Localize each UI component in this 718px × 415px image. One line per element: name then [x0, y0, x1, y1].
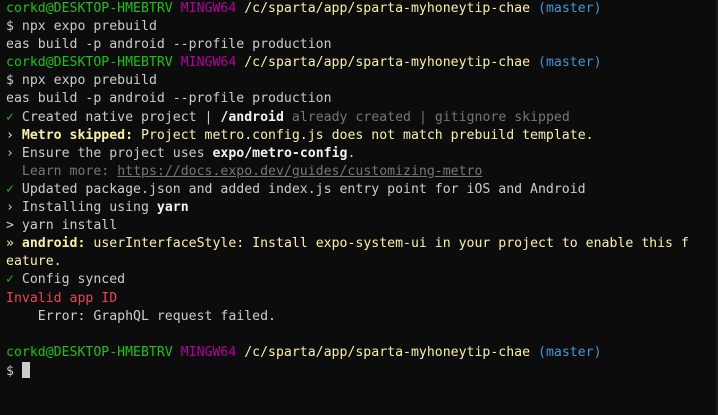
check-icon: ✓: [6, 181, 14, 197]
output-tool: yarn: [156, 200, 189, 216]
prompt-branch: (master): [538, 344, 602, 360]
arrow-icon: ›: [6, 200, 14, 216]
command-line: $ npx expo prebuild: [6, 18, 718, 36]
input-line[interactable]: $: [6, 361, 718, 380]
prompt-branch: (master): [538, 1, 602, 16]
prompt-env: MINGW64: [180, 344, 237, 360]
prompt-path: /c/sparta/app/sparta-myhoneytip-chae: [244, 1, 531, 16]
text-cursor: [21, 361, 30, 378]
output-learn-more: Learn more: https://docs.expo.dev/guides…: [6, 163, 718, 181]
prompt-line: corkd@DESKTOP-HMEBTRV MINGW64 /c/sparta/…: [6, 54, 718, 72]
output-invalid-app-id: Invalid app ID: [6, 290, 718, 308]
output-synced: ✓ Config synced: [6, 271, 718, 289]
output-text: yarn install: [21, 218, 118, 234]
warning-arrow-icon: »: [6, 236, 14, 252]
check-icon: ✓: [6, 109, 14, 125]
command-line: $ npx expo prebuild: [6, 72, 718, 90]
output-package: expo/metro-config: [212, 145, 348, 161]
command-text: eas build -p android --profile productio…: [6, 91, 332, 107]
arrow-icon: >: [6, 218, 14, 234]
output-text: userInterfaceStyle: Install expo-system-…: [93, 236, 689, 252]
output-metro: › Metro skipped: Project metro.config.js…: [6, 127, 718, 145]
prompt-env: MINGW64: [180, 1, 237, 16]
arrow-icon: ›: [6, 127, 14, 143]
command-text: eas build -p android --profile productio…: [6, 37, 332, 53]
prompt-line: corkd@DESKTOP-HMEBTRV MINGW64 /c/sparta/…: [6, 0, 718, 18]
prompt-symbol: $: [6, 73, 14, 89]
prompt-path: /c/sparta/app/sparta-myhoneytip-chae: [244, 344, 531, 360]
prompt-user-host: corkd@DESKTOP-HMEBTRV: [6, 344, 173, 360]
learn-more-link[interactable]: https://docs.expo.dev/guides/customizing…: [117, 164, 482, 179]
command-text: npx expo prebuild: [21, 19, 157, 35]
output-text: Project metro.config.js does not match p…: [141, 127, 594, 143]
prompt-line: corkd@DESKTOP-HMEBTRV MINGW64 /c/sparta/…: [6, 344, 718, 362]
command-text: npx expo prebuild: [21, 73, 157, 89]
output-ensure: › Ensure the project uses expo/metro-con…: [6, 145, 718, 163]
output-text: Updated package.json and added index.js …: [21, 181, 586, 197]
output-installing: › Installing using yarn: [6, 199, 718, 217]
output-android-dir: /android: [220, 109, 284, 125]
prompt-branch: (master): [538, 55, 602, 71]
command-line: eas build -p android --profile productio…: [6, 90, 718, 108]
output-android-warning-wrap: eature.: [6, 253, 718, 271]
prompt-user-host: corkd@DESKTOP-HMEBTRV: [6, 1, 173, 16]
output-label: Metro skipped:: [21, 127, 134, 143]
prompt-env: MINGW64: [180, 55, 237, 71]
output-yarn-install: > yarn install: [6, 217, 718, 235]
output-text: Ensure the project uses: [21, 145, 205, 161]
output-dot: .: [347, 145, 356, 161]
output-text: Installing using: [21, 200, 149, 216]
output-text-dim: already created | gitignore skipped: [291, 109, 570, 125]
prompt-path: /c/sparta/app/sparta-myhoneytip-chae: [244, 55, 531, 71]
check-icon: ✓: [6, 272, 14, 288]
output-created: ✓ Created native project | /android alre…: [6, 109, 718, 127]
output-android-warning: » android: userInterfaceStyle: Install e…: [6, 235, 718, 253]
command-line: eas build -p android --profile productio…: [6, 36, 718, 54]
prompt-user-host: corkd@DESKTOP-HMEBTRV: [6, 55, 173, 71]
prompt-symbol: $: [6, 363, 14, 379]
output-text: Config synced: [21, 272, 126, 288]
output-text: Learn more:: [21, 163, 110, 179]
error-message: Error: GraphQL request failed.: [37, 308, 276, 324]
terminal-window[interactable]: corkd@DESKTOP-HMEBTRV MINGW64 /c/sparta/…: [0, 0, 718, 415]
error-title: Invalid app ID: [6, 290, 118, 306]
output-updated: ✓ Updated package.json and added index.j…: [6, 181, 718, 199]
output-error: Error: GraphQL request failed.: [6, 308, 718, 326]
prompt-symbol: $: [6, 19, 14, 35]
output-text: eature.: [6, 254, 62, 270]
output-label: android:: [21, 236, 86, 252]
arrow-icon: ›: [6, 145, 14, 161]
output-text: Created native project |: [21, 109, 213, 125]
